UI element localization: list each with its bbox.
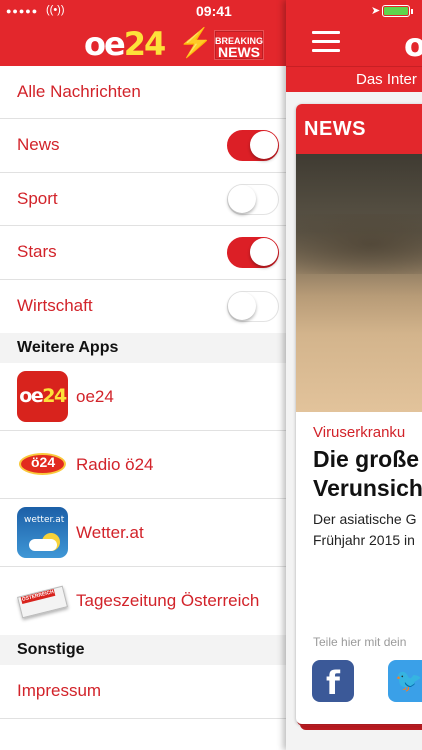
wetter-app-icon: wetter.at [17,507,68,558]
status-time: 09:41 [196,3,232,19]
twitter-share-button[interactable]: 🐦 [388,660,422,702]
card-headline: Die große Verunsich [313,446,422,501]
menu-item-label: Sport [17,188,58,208]
section-header-other: Sonstige [0,635,286,665]
news-card[interactable]: NEWS Viruserkranku Die große Verunsich D… [296,104,422,724]
facebook-share-button[interactable]: f [312,660,354,702]
stars-toggle[interactable] [227,237,279,268]
subtitle-bar: Das Inter [286,66,422,92]
toggle-knob [250,131,278,159]
side-menu: ●●●●● ((•)) 09:41 oe24 ⚡ BREAKING NEWS A… [0,0,286,750]
app-item-label: Tageszeitung Österreich [76,591,260,610]
toggle-knob [228,291,256,320]
radio-app-icon: ö24 [17,439,68,490]
main-content: ➤ o Das Inter NEWS Viruserkranku Die gro… [286,0,422,750]
battery-icon [382,5,410,17]
menu-item-sport: Sport [0,173,286,226]
status-bar: ●●●●● ((•)) 09:41 [0,0,286,22]
subtitle-text: Das Inter [356,71,417,88]
card-category: NEWS [296,104,422,154]
card-image [296,154,422,412]
menu-item-stars: Stars [0,226,286,280]
wifi-icon: ((•)) [46,4,65,16]
sport-toggle[interactable] [227,183,279,215]
newspaper-app-icon: ÖSTERREICH [17,576,68,627]
oe24-app-icon: oe24 [17,371,68,422]
wirtschaft-toggle[interactable] [227,290,279,322]
menu-item-wirtschaft: Wirtschaft [0,280,286,334]
app-item-label: oe24 [76,386,114,406]
app-item-radio[interactable]: ö24 Radio ö24 [0,431,286,499]
menu-item-label: News [17,135,60,155]
section-header-apps: Weitere Apps [0,333,286,363]
app-item-oe24[interactable]: oe24 oe24 [0,363,286,431]
menu-header: ●●●●● ((•)) 09:41 oe24 ⚡ BREAKING NEWS [0,0,286,66]
menu-item-label: Wirtschaft [17,296,93,316]
bolt-icon: ⚡ [178,27,213,58]
battery-tip [411,9,413,14]
toggle-knob [250,238,278,266]
logo-bar: oe24 ⚡ BREAKING NEWS [0,26,286,62]
app-item-wetter[interactable]: wetter.at Wetter.at [0,499,286,567]
share-label: Teile hier mit dein [313,635,407,649]
card-teaser: Der asiatische G Frühjahr 2015 in [313,511,417,548]
menu-item-news: News [0,119,286,173]
menu-item-label: Alle Nachrichten [17,82,141,101]
signal-icon: ●●●●● [6,6,39,16]
app-item-label: Radio ö24 [76,454,154,474]
menu-item-label: Impressum [17,681,102,701]
news-toggle[interactable] [227,130,279,161]
app-item-tageszeitung[interactable]: ÖSTERREICH Tageszeitung Österreich [0,567,286,635]
card-kicker: Viruserkranku [313,424,406,441]
oe24-logo: oe24 [84,25,166,63]
app-item-label: Wetter.at [76,522,144,542]
hamburger-menu-icon[interactable] [312,31,340,58]
location-icon: ➤ [371,5,381,17]
toggle-knob [228,184,256,213]
menu-item-impressum[interactable]: Impressum [0,665,286,719]
menu-item-all-news[interactable]: Alle Nachrichten [0,66,286,119]
menu-item-label: Stars [17,242,57,262]
content-logo: o [404,26,422,64]
breaking-news-badge: BREAKING NEWS [214,30,264,60]
content-header: ➤ o [286,0,422,66]
